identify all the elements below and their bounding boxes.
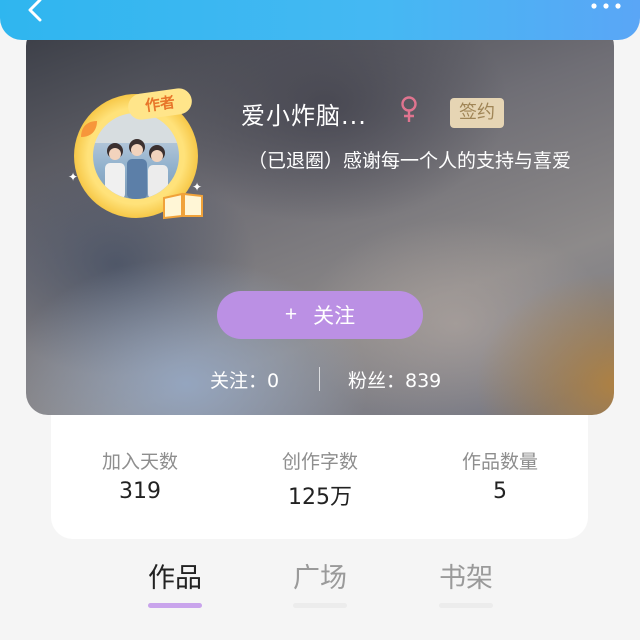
female-icon [401, 96, 417, 122]
top-navigation-bar [0, 0, 640, 40]
tab-square[interactable]: 广场 [280, 556, 360, 595]
stat-value: 5 [493, 479, 507, 504]
leaf-icon [81, 121, 97, 137]
sparkle-icon: ✦ [192, 180, 203, 194]
tab-works[interactable]: 作品 [135, 556, 215, 595]
follow-stats: 关注：0 粉丝：839 [26, 364, 614, 394]
stats-divider [319, 367, 320, 391]
avatar-photo [93, 113, 179, 199]
signed-badge: 签约 [450, 98, 504, 128]
tab-square-indicator [293, 603, 347, 608]
stat-join-days: 加入天数 319 [60, 447, 220, 504]
stat-value: 319 [119, 479, 161, 504]
author-name: 爱小炸脑... [241, 102, 367, 130]
stat-label: 作品数量 [461, 451, 538, 473]
avatar-people-illustration [93, 113, 179, 199]
stat-value: 125万 [288, 485, 352, 510]
stat-word-count: 创作字数 125万 [240, 447, 400, 511]
follow-button-label: 关注 [313, 305, 356, 328]
author-avatar[interactable]: 作者 ✦ ✦ [66, 86, 206, 228]
chevron-left-icon[interactable] [18, 0, 54, 30]
tab-bookshelf[interactable]: 书架 [426, 556, 506, 595]
author-profile-page: 作者 ✦ ✦ 爱小炸脑... 签约 （已退圈）感谢每一个人的支持与喜爱 + 关注… [0, 0, 640, 640]
tab-works-indicator [148, 603, 202, 608]
profile-hero-card: 作者 ✦ ✦ 爱小炸脑... 签约 （已退圈）感谢每一个人的支持与喜爱 + 关注… [26, 24, 614, 415]
stat-works-count: 作品数量 5 [420, 447, 580, 504]
open-book-icon [163, 192, 203, 220]
author-stats-card: 加入天数 319 创作字数 125万 作品数量 5 [51, 415, 588, 539]
follow-button[interactable]: + 关注 [217, 291, 423, 339]
author-bio: （已退圈）感谢每一个人的支持与喜爱 [248, 150, 572, 172]
sparkle-icon: ✦ [68, 170, 79, 184]
more-dots-icon[interactable] [586, 0, 626, 14]
plus-icon: + [284, 303, 298, 326]
fans-count[interactable]: 粉丝：839 [348, 366, 441, 393]
stat-label: 加入天数 [101, 451, 178, 473]
following-count[interactable]: 关注：0 [210, 366, 279, 393]
tab-bookshelf-indicator [439, 603, 493, 608]
stat-label: 创作字数 [281, 451, 358, 473]
